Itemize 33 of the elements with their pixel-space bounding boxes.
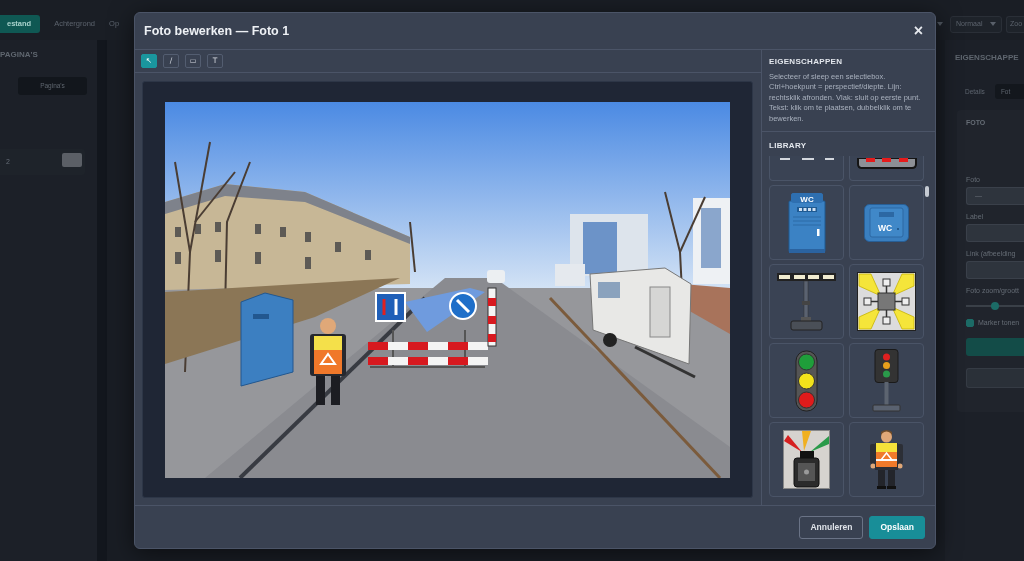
panel-title: PAGINA'S <box>0 49 39 61</box>
checkbox[interactable] <box>966 319 974 328</box>
save-button[interactable]: Opslaan <box>869 515 925 539</box>
library-item[interactable] <box>849 156 924 181</box>
library-item[interactable] <box>849 264 924 339</box>
traffic-signal-icon <box>871 349 902 412</box>
slider-thumb[interactable] <box>991 302 999 310</box>
input-field[interactable] <box>966 224 1024 242</box>
action-button[interactable] <box>966 367 1024 388</box>
dashed-line-icon <box>779 158 834 161</box>
library-item[interactable] <box>769 343 844 418</box>
scrollbar-thumb[interactable] <box>925 186 929 198</box>
library-item[interactable]: WC <box>769 185 844 260</box>
light-bar-icon <box>856 158 917 170</box>
section-title: LIBRARY <box>769 141 808 152</box>
library-item[interactable] <box>849 422 924 497</box>
library-item[interactable] <box>769 156 844 181</box>
light-tower-icon <box>777 272 836 331</box>
cancel-button[interactable]: Annuleren <box>799 515 864 539</box>
close-button[interactable]: × <box>911 23 925 39</box>
traffic-light-icon <box>795 349 818 412</box>
select-field[interactable] <box>966 261 1024 279</box>
toilet-sign-icon: WC <box>864 203 909 242</box>
beacon-light-icon <box>783 430 830 489</box>
library-item[interactable]: WC <box>849 185 924 260</box>
floodlight-icon <box>857 272 916 331</box>
action-button[interactable] <box>966 337 1024 356</box>
library-item[interactable] <box>769 264 844 339</box>
dialog-title: Foto bewerken — Foto 1 <box>144 23 290 39</box>
panel-title: EIGENSCHAPPE <box>955 52 1020 64</box>
library-item[interactable] <box>769 422 844 497</box>
caret-icon <box>990 22 996 26</box>
section-title: EIGENSCHAPPEN <box>769 57 844 67</box>
